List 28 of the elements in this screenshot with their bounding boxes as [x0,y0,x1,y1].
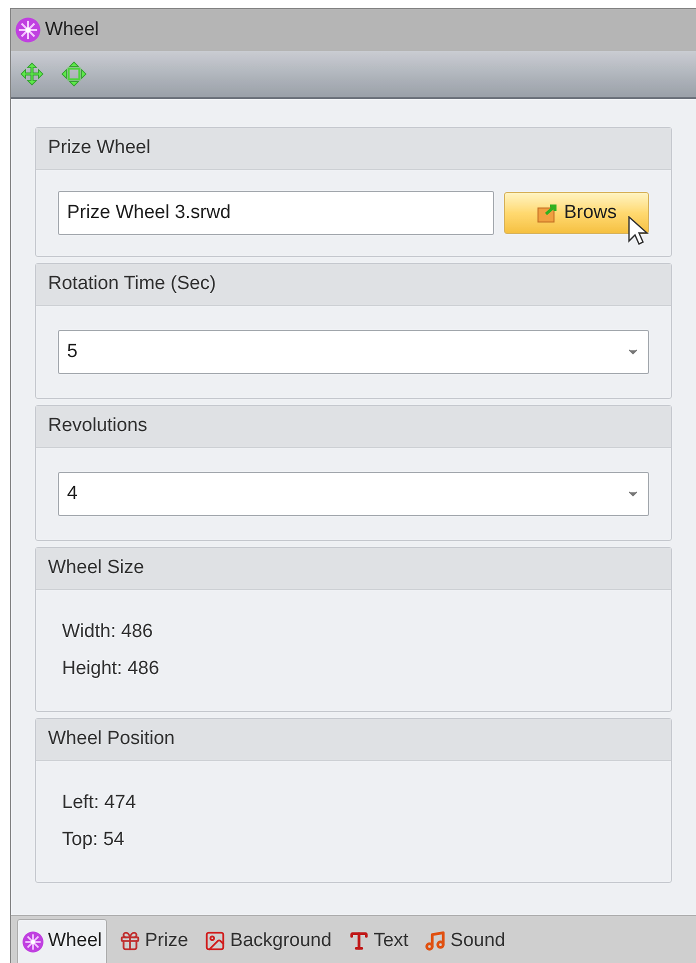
dropdown[interactable]: 4 [58,472,649,516]
panel-title: Prize Wheel [48,136,150,160]
resize-icon[interactable] [61,61,87,87]
bottom-tab[interactable]: Background [198,919,338,963]
readout-text: Width: 486 [62,620,153,644]
file-name-field[interactable]: Prize Wheel 3.srwd [58,191,494,235]
panel-title: Revolutions [48,414,148,438]
mouse-pointer-icon [628,216,650,246]
bottom-tab[interactable]: Sound [418,919,512,963]
wheel-icon [22,930,44,952]
bottom-tab[interactable]: Prize [112,919,194,963]
font-icon [348,930,370,952]
readout-text: Height: 486 [62,656,160,680]
bottom-tab[interactable]: Text [342,919,414,963]
readout-text: Left: 474 [62,791,136,815]
bottom-tab[interactable]: Wheel [17,919,107,963]
panel-title: Wheel Position [48,727,175,752]
move-icon[interactable] [19,61,45,87]
window-title: Wheel [45,18,99,42]
panel-title: Wheel Size [48,556,144,580]
music-note-icon [424,930,446,952]
browse-button[interactable]: Brows [504,192,649,234]
dropdown[interactable]: 5 [58,330,649,374]
gift-icon [118,930,141,952]
panel-title: Rotation Time (Sec) [48,272,216,296]
wheel-icon [15,17,41,43]
readout-text: Top: 54 [62,828,124,852]
picture-icon [204,930,226,952]
